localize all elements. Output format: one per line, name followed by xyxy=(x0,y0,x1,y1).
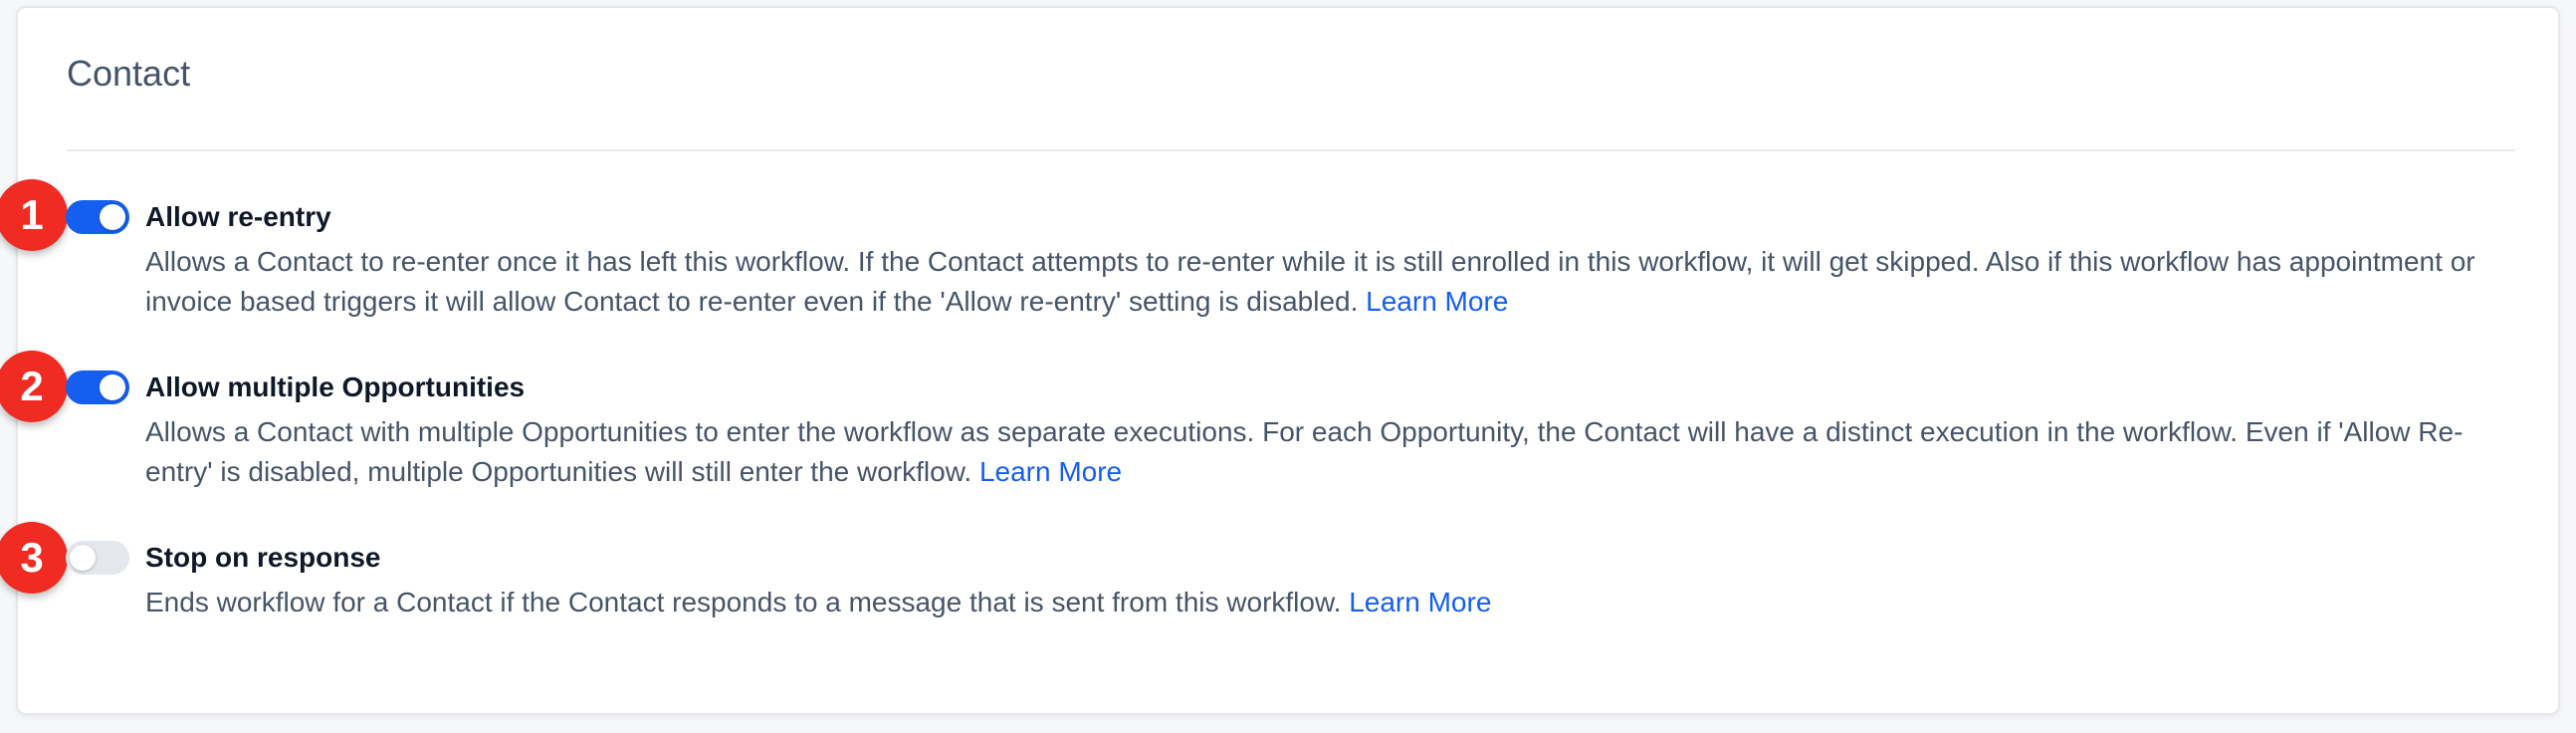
description-text: Ends workflow for a Contact if the Conta… xyxy=(145,587,1342,617)
allow-multiple-opportunities-toggle[interactable] xyxy=(66,370,129,404)
toggle-knob xyxy=(100,374,125,400)
learn-more-link[interactable]: Learn More xyxy=(1366,286,1508,317)
stop-on-response-toggle[interactable] xyxy=(66,541,129,575)
card-title: Contact xyxy=(67,53,191,94)
setting-description: Allows a Contact to re-enter once it has… xyxy=(145,242,2494,322)
setting-description: Allows a Contact with multiple Opportuni… xyxy=(145,412,2494,492)
description-text: Allows a Contact to re-enter once it has… xyxy=(145,246,2475,317)
divider xyxy=(67,149,2515,151)
description-text: Allows a Contact with multiple Opportuni… xyxy=(145,416,2464,487)
setting-description: Ends workflow for a Contact if the Conta… xyxy=(145,583,2494,622)
allow-re-entry-toggle[interactable] xyxy=(66,200,129,234)
setting-title: Stop on response xyxy=(145,542,381,573)
toggle-knob xyxy=(70,545,96,571)
learn-more-link[interactable]: Learn More xyxy=(979,456,1122,487)
toggle-knob xyxy=(100,204,125,230)
setting-title: Allow multiple Opportunities xyxy=(145,371,526,402)
learn-more-link[interactable]: Learn More xyxy=(1349,587,1491,617)
setting-title: Allow re-entry xyxy=(145,201,331,232)
